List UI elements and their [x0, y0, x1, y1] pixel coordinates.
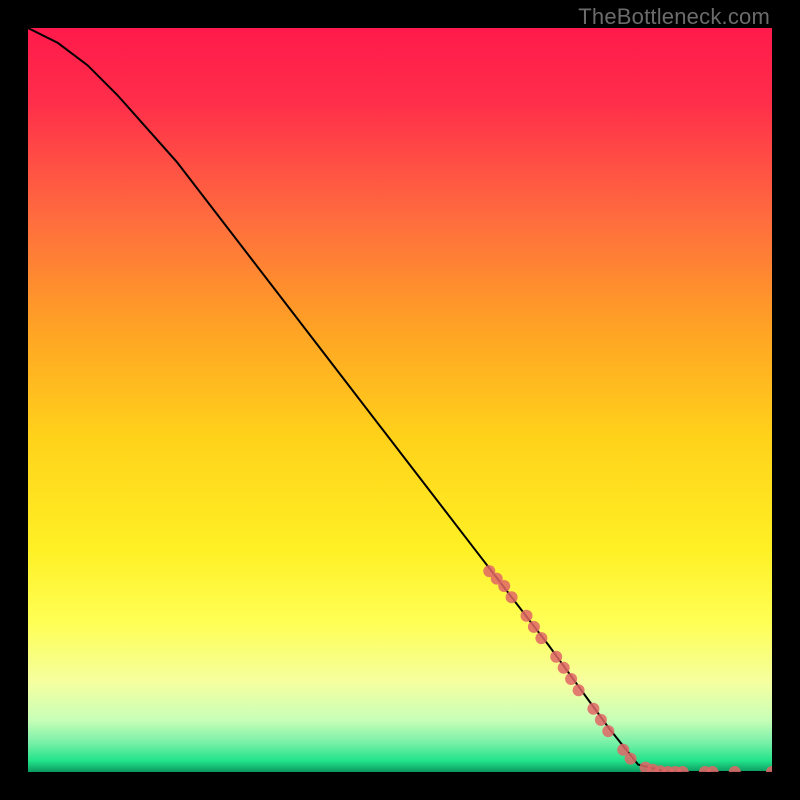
data-point — [528, 621, 540, 633]
data-point — [521, 610, 533, 622]
watermark-text: TheBottleneck.com — [578, 4, 770, 30]
data-point — [625, 753, 637, 765]
data-point — [535, 632, 547, 644]
data-point — [587, 703, 599, 715]
gradient-background — [28, 28, 772, 772]
data-point — [602, 725, 614, 737]
data-point — [573, 684, 585, 696]
bottleneck-chart — [28, 28, 772, 772]
data-point — [550, 651, 562, 663]
data-point — [558, 662, 570, 674]
data-point — [565, 673, 577, 685]
data-point — [506, 591, 518, 603]
data-point — [498, 580, 510, 592]
data-point — [595, 714, 607, 726]
